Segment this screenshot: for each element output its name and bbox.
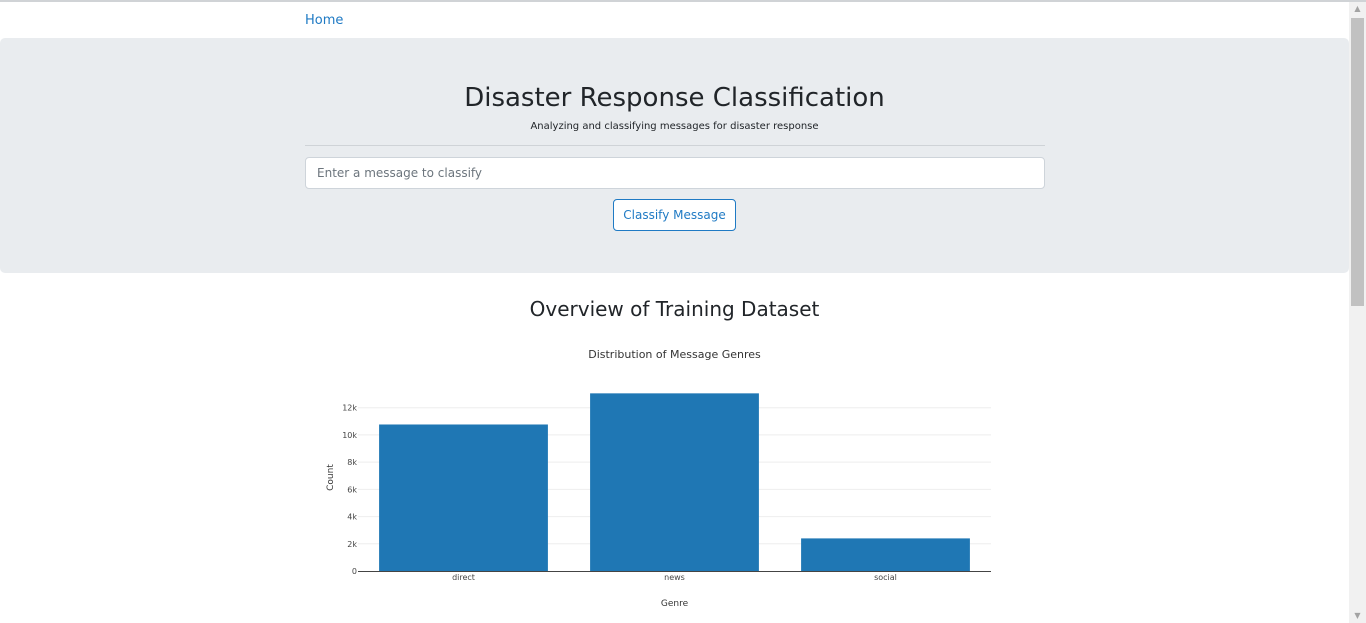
bar-social xyxy=(801,538,970,571)
y-tick-label: 8k xyxy=(347,458,357,467)
x-tick-label: social xyxy=(874,573,897,582)
page-subtitle: Analyzing and classifying messages for d… xyxy=(530,121,819,132)
page-title: Disaster Response Classification xyxy=(464,83,885,113)
classify-message-button[interactable]: Classify Message xyxy=(613,199,736,231)
section-title: Overview of Training Dataset xyxy=(529,297,820,321)
scrollbar-thumb[interactable] xyxy=(1351,18,1364,306)
y-tick-label: 0 xyxy=(352,567,357,576)
hero-jumbotron: Disaster Response Classification Analyzi… xyxy=(0,38,1349,273)
bar-direct xyxy=(379,424,548,571)
x-tick-label: direct xyxy=(452,573,475,582)
x-tick-label: news xyxy=(664,573,685,582)
y-tick-label: 2k xyxy=(347,540,357,549)
chart-title: Distribution of Message Genres xyxy=(588,348,761,361)
page: Home Disaster Response Classification An… xyxy=(0,0,1349,623)
y-tick-label: 4k xyxy=(347,513,357,522)
y-tick-label: 6k xyxy=(347,485,357,494)
chart-svg: Distribution of Message Genres 0 2k 4k 6k 8k 1… xyxy=(326,348,991,609)
scroll-up-arrow-icon[interactable]: ▲ xyxy=(1349,2,1366,16)
y-axis-title: Count xyxy=(326,464,336,491)
navbar: Home xyxy=(0,2,1349,38)
genre-distribution-chart: Distribution of Message Genres 0 2k 4k 6k 8k 1… xyxy=(0,330,1349,623)
vertical-scrollbar[interactable]: ▲ ▼ xyxy=(1349,2,1366,623)
y-tick-label: 10k xyxy=(342,431,357,440)
y-tick-label: 12k xyxy=(342,404,357,413)
message-input[interactable] xyxy=(305,157,1045,189)
divider xyxy=(305,145,1045,146)
x-axis-title: Genre xyxy=(661,599,689,609)
bar-news xyxy=(590,393,759,571)
nav-home-link[interactable]: Home xyxy=(305,13,343,28)
scroll-down-arrow-icon[interactable]: ▼ xyxy=(1349,609,1366,623)
